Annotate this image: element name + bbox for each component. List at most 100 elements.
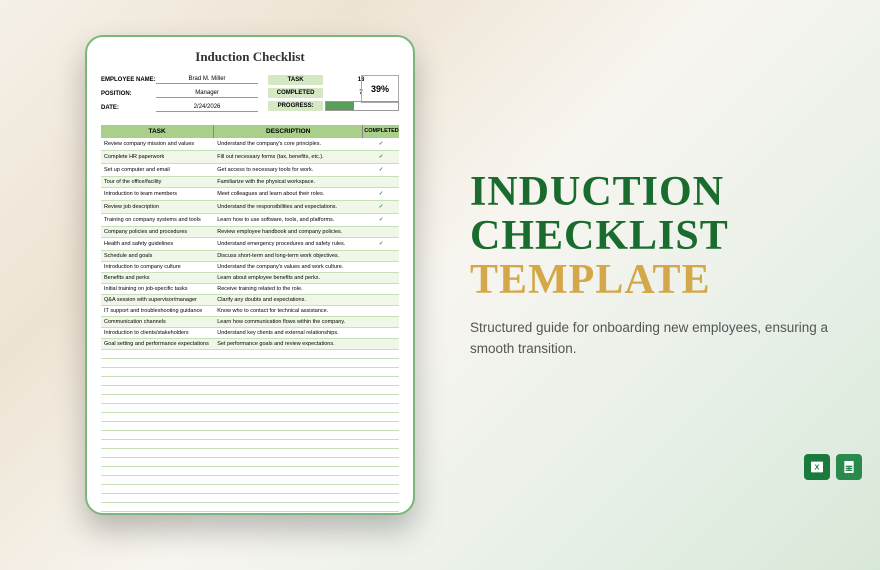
- empty-row: [101, 422, 399, 431]
- empty-row: [101, 413, 399, 422]
- pos-label: POSITION:: [101, 91, 156, 97]
- cell-completed: ✓: [363, 164, 399, 176]
- cell-task: Review company mission and values: [101, 139, 214, 149]
- comp-stat-label: COMPLETED: [268, 88, 323, 98]
- header-section: EMPLOYEE NAME:Brad M. Miller POSITION:Ma…: [101, 73, 399, 115]
- empty-row: [101, 377, 399, 386]
- cell-completed: ✓: [363, 188, 399, 200]
- cell-task: Benefits and perks: [101, 273, 214, 283]
- col-completed: COMPLETED: [363, 125, 399, 138]
- document-preview: Induction Checklist EMPLOYEE NAME:Brad M…: [85, 35, 415, 515]
- cell-task: Training on company systems and tools: [101, 215, 214, 225]
- empty-row: [101, 485, 399, 494]
- cell-completed: [363, 319, 399, 325]
- cell-completed: [363, 229, 399, 235]
- cell-completed: [363, 179, 399, 185]
- cell-completed: ✓: [363, 238, 399, 250]
- table-row: Communication channelsLearn how communic…: [101, 317, 399, 328]
- cell-task: Schedule and goals: [101, 251, 214, 261]
- promo-subtitle: Structured guide for onboarding new empl…: [470, 318, 830, 359]
- cell-task: Goal setting and performance expectation…: [101, 339, 214, 349]
- cell-task: Introduction to clients/stakeholders: [101, 328, 214, 338]
- cell-desc: Review employee handbook and company pol…: [214, 227, 363, 237]
- cell-task: Introduction to team members: [101, 189, 214, 199]
- progress-label: PROGRESS:: [268, 101, 323, 111]
- empty-row: [101, 449, 399, 458]
- cell-completed: ✓: [363, 201, 399, 213]
- promo-line3: TEMPLATE: [470, 258, 830, 302]
- cell-task: Review job description: [101, 202, 214, 212]
- cell-desc: Understand the company's values and work…: [214, 262, 363, 272]
- cell-desc: Get access to necessary tools for work.: [214, 165, 363, 175]
- cell-task: Set up computer and email: [101, 165, 214, 175]
- cell-task: Communication channels: [101, 317, 214, 327]
- cell-completed: ✓: [363, 151, 399, 163]
- table-row: Review company mission and valuesUnderst…: [101, 138, 399, 151]
- cell-desc: Understand the responsibilities and expe…: [214, 202, 363, 212]
- table-row: Company policies and proceduresReview em…: [101, 227, 399, 238]
- cell-completed: [363, 308, 399, 314]
- cell-desc: Learn about employee benefits and perks.: [214, 273, 363, 283]
- table-row: Complete HR paperworkFill out necessary …: [101, 151, 399, 164]
- empty-rows: [101, 350, 399, 512]
- cell-desc: Receive training related to the role.: [214, 284, 363, 294]
- cell-completed: [363, 341, 399, 347]
- promo-title: INDUCTION CHECKLIST TEMPLATE: [470, 170, 830, 302]
- cell-desc: Fill out necessary forms (tax, benefits,…: [214, 152, 363, 162]
- percent-box: 39%: [361, 75, 399, 103]
- empty-row: [101, 404, 399, 413]
- table-row: Initial training on job-specific tasksRe…: [101, 284, 399, 295]
- cell-task: Initial training on job-specific tasks: [101, 284, 214, 294]
- cell-desc: Meet colleagues and learn about their ro…: [214, 189, 363, 199]
- cell-desc: Know who to contact for technical assist…: [214, 306, 363, 316]
- emp-label: EMPLOYEE NAME:: [101, 77, 156, 83]
- cell-completed: ✓: [363, 138, 399, 150]
- svg-text:X: X: [815, 463, 820, 472]
- table-row: Introduction to company cultureUnderstan…: [101, 262, 399, 273]
- cell-completed: [363, 275, 399, 281]
- cell-completed: [363, 297, 399, 303]
- table-header: TASK DESCRIPTION COMPLETED: [101, 125, 399, 138]
- col-task: TASK: [101, 125, 214, 138]
- cell-desc: Understand the company's core principles…: [214, 139, 363, 149]
- empty-row: [101, 440, 399, 449]
- table-row: Goal setting and performance expectation…: [101, 339, 399, 350]
- empty-row: [101, 395, 399, 404]
- table-row: Review job descriptionUnderstand the res…: [101, 201, 399, 214]
- cell-task: IT support and troubleshooting guidance: [101, 306, 214, 316]
- table-row: Tour of the office/facilityFamiliarize w…: [101, 177, 399, 188]
- cell-completed: [363, 253, 399, 259]
- table-body: Review company mission and valuesUnderst…: [101, 138, 399, 350]
- table-row: Introduction to team membersMeet colleag…: [101, 188, 399, 201]
- table-row: Schedule and goalsDiscuss short-term and…: [101, 251, 399, 262]
- empty-row: [101, 503, 399, 512]
- cell-desc: Understand emergency procedures and safe…: [214, 239, 363, 249]
- empty-row: [101, 359, 399, 368]
- cell-desc: Understand key clients and external rela…: [214, 328, 363, 338]
- cell-desc: Familiarize with the physical workspace.: [214, 177, 363, 187]
- emp-value: Brad M. Miller: [156, 76, 258, 84]
- promo-line1: INDUCTION: [470, 170, 830, 214]
- table-row: Introduction to clients/stakeholdersUnde…: [101, 328, 399, 339]
- cell-completed: [363, 264, 399, 270]
- cell-desc: Clarify any doubts and expectations.: [214, 295, 363, 305]
- date-label: DATE:: [101, 105, 156, 111]
- cell-task: Complete HR paperwork: [101, 152, 214, 162]
- task-stat-label: TASK: [268, 75, 323, 85]
- cell-completed: ✓: [363, 214, 399, 226]
- cell-desc: Set performance goals and review expecta…: [214, 339, 363, 349]
- cell-task: Tour of the office/facility: [101, 177, 214, 187]
- cell-task: Health and safety guidelines: [101, 239, 214, 249]
- cell-completed: [363, 286, 399, 292]
- table-row: Set up computer and emailGet access to n…: [101, 164, 399, 177]
- cell-task: Introduction to company culture: [101, 262, 214, 272]
- format-icons: X: [804, 454, 862, 480]
- empty-row: [101, 350, 399, 359]
- date-value: 2/24/2026: [156, 104, 258, 112]
- sheets-icon: [836, 454, 862, 480]
- cell-task: Company policies and procedures: [101, 227, 214, 237]
- cell-completed: [363, 330, 399, 336]
- col-desc: DESCRIPTION: [214, 125, 363, 138]
- empty-row: [101, 476, 399, 485]
- empty-row: [101, 467, 399, 476]
